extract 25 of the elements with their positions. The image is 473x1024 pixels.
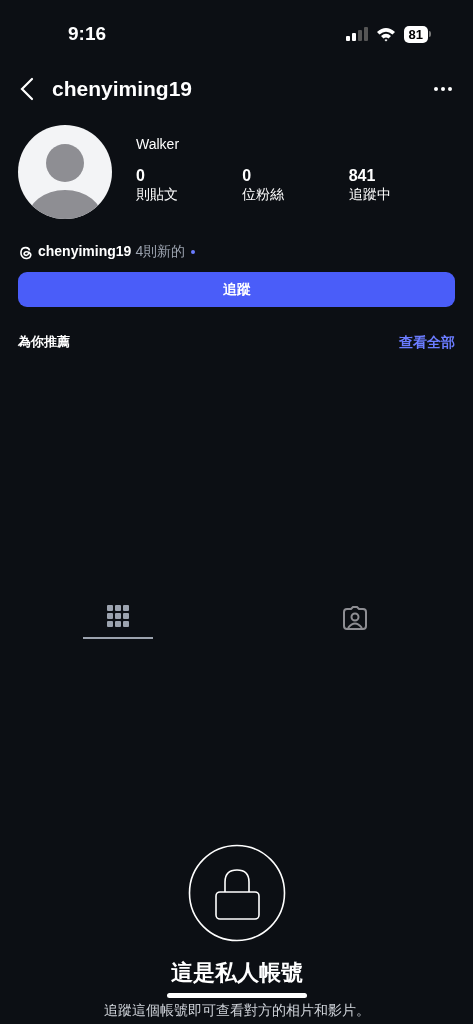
display-name: Walker xyxy=(136,135,181,154)
back-icon[interactable] xyxy=(20,77,34,101)
wifi-icon xyxy=(375,26,396,42)
private-title: 這是私人帳號 xyxy=(170,959,303,987)
more-icon[interactable] xyxy=(433,86,453,92)
stat-count: 0 xyxy=(242,166,253,185)
battery-level: 81 xyxy=(403,25,428,43)
see-all-link[interactable]: 查看全部 xyxy=(399,332,455,353)
person-tag-icon xyxy=(342,605,368,631)
status-time: 9:16 xyxy=(68,21,107,46)
stat-label[interactable]: 追蹤中 xyxy=(348,185,455,204)
threads-username[interactable]: chenyiming19 xyxy=(38,241,132,262)
signal-icon xyxy=(345,27,368,41)
stat-count: 841 xyxy=(348,166,377,185)
follow-button[interactable]: 追蹤 xyxy=(18,272,455,307)
lock-icon xyxy=(187,844,286,942)
profile-username: chenyiming19 xyxy=(52,76,193,103)
private-message: 追蹤這個帳號即可查看對方的相片和影片。 xyxy=(103,1001,370,1020)
stat-count: 0 xyxy=(136,166,146,185)
grid-icon xyxy=(107,605,129,627)
profile-tab[interactable] xyxy=(83,603,153,639)
threads-new-count: 4則新的 xyxy=(135,242,186,261)
stat-label[interactable]: 則貼文 xyxy=(136,185,243,204)
stat-label[interactable]: 位粉絲 xyxy=(242,185,349,204)
section-title: 為你推薦 xyxy=(18,333,70,351)
